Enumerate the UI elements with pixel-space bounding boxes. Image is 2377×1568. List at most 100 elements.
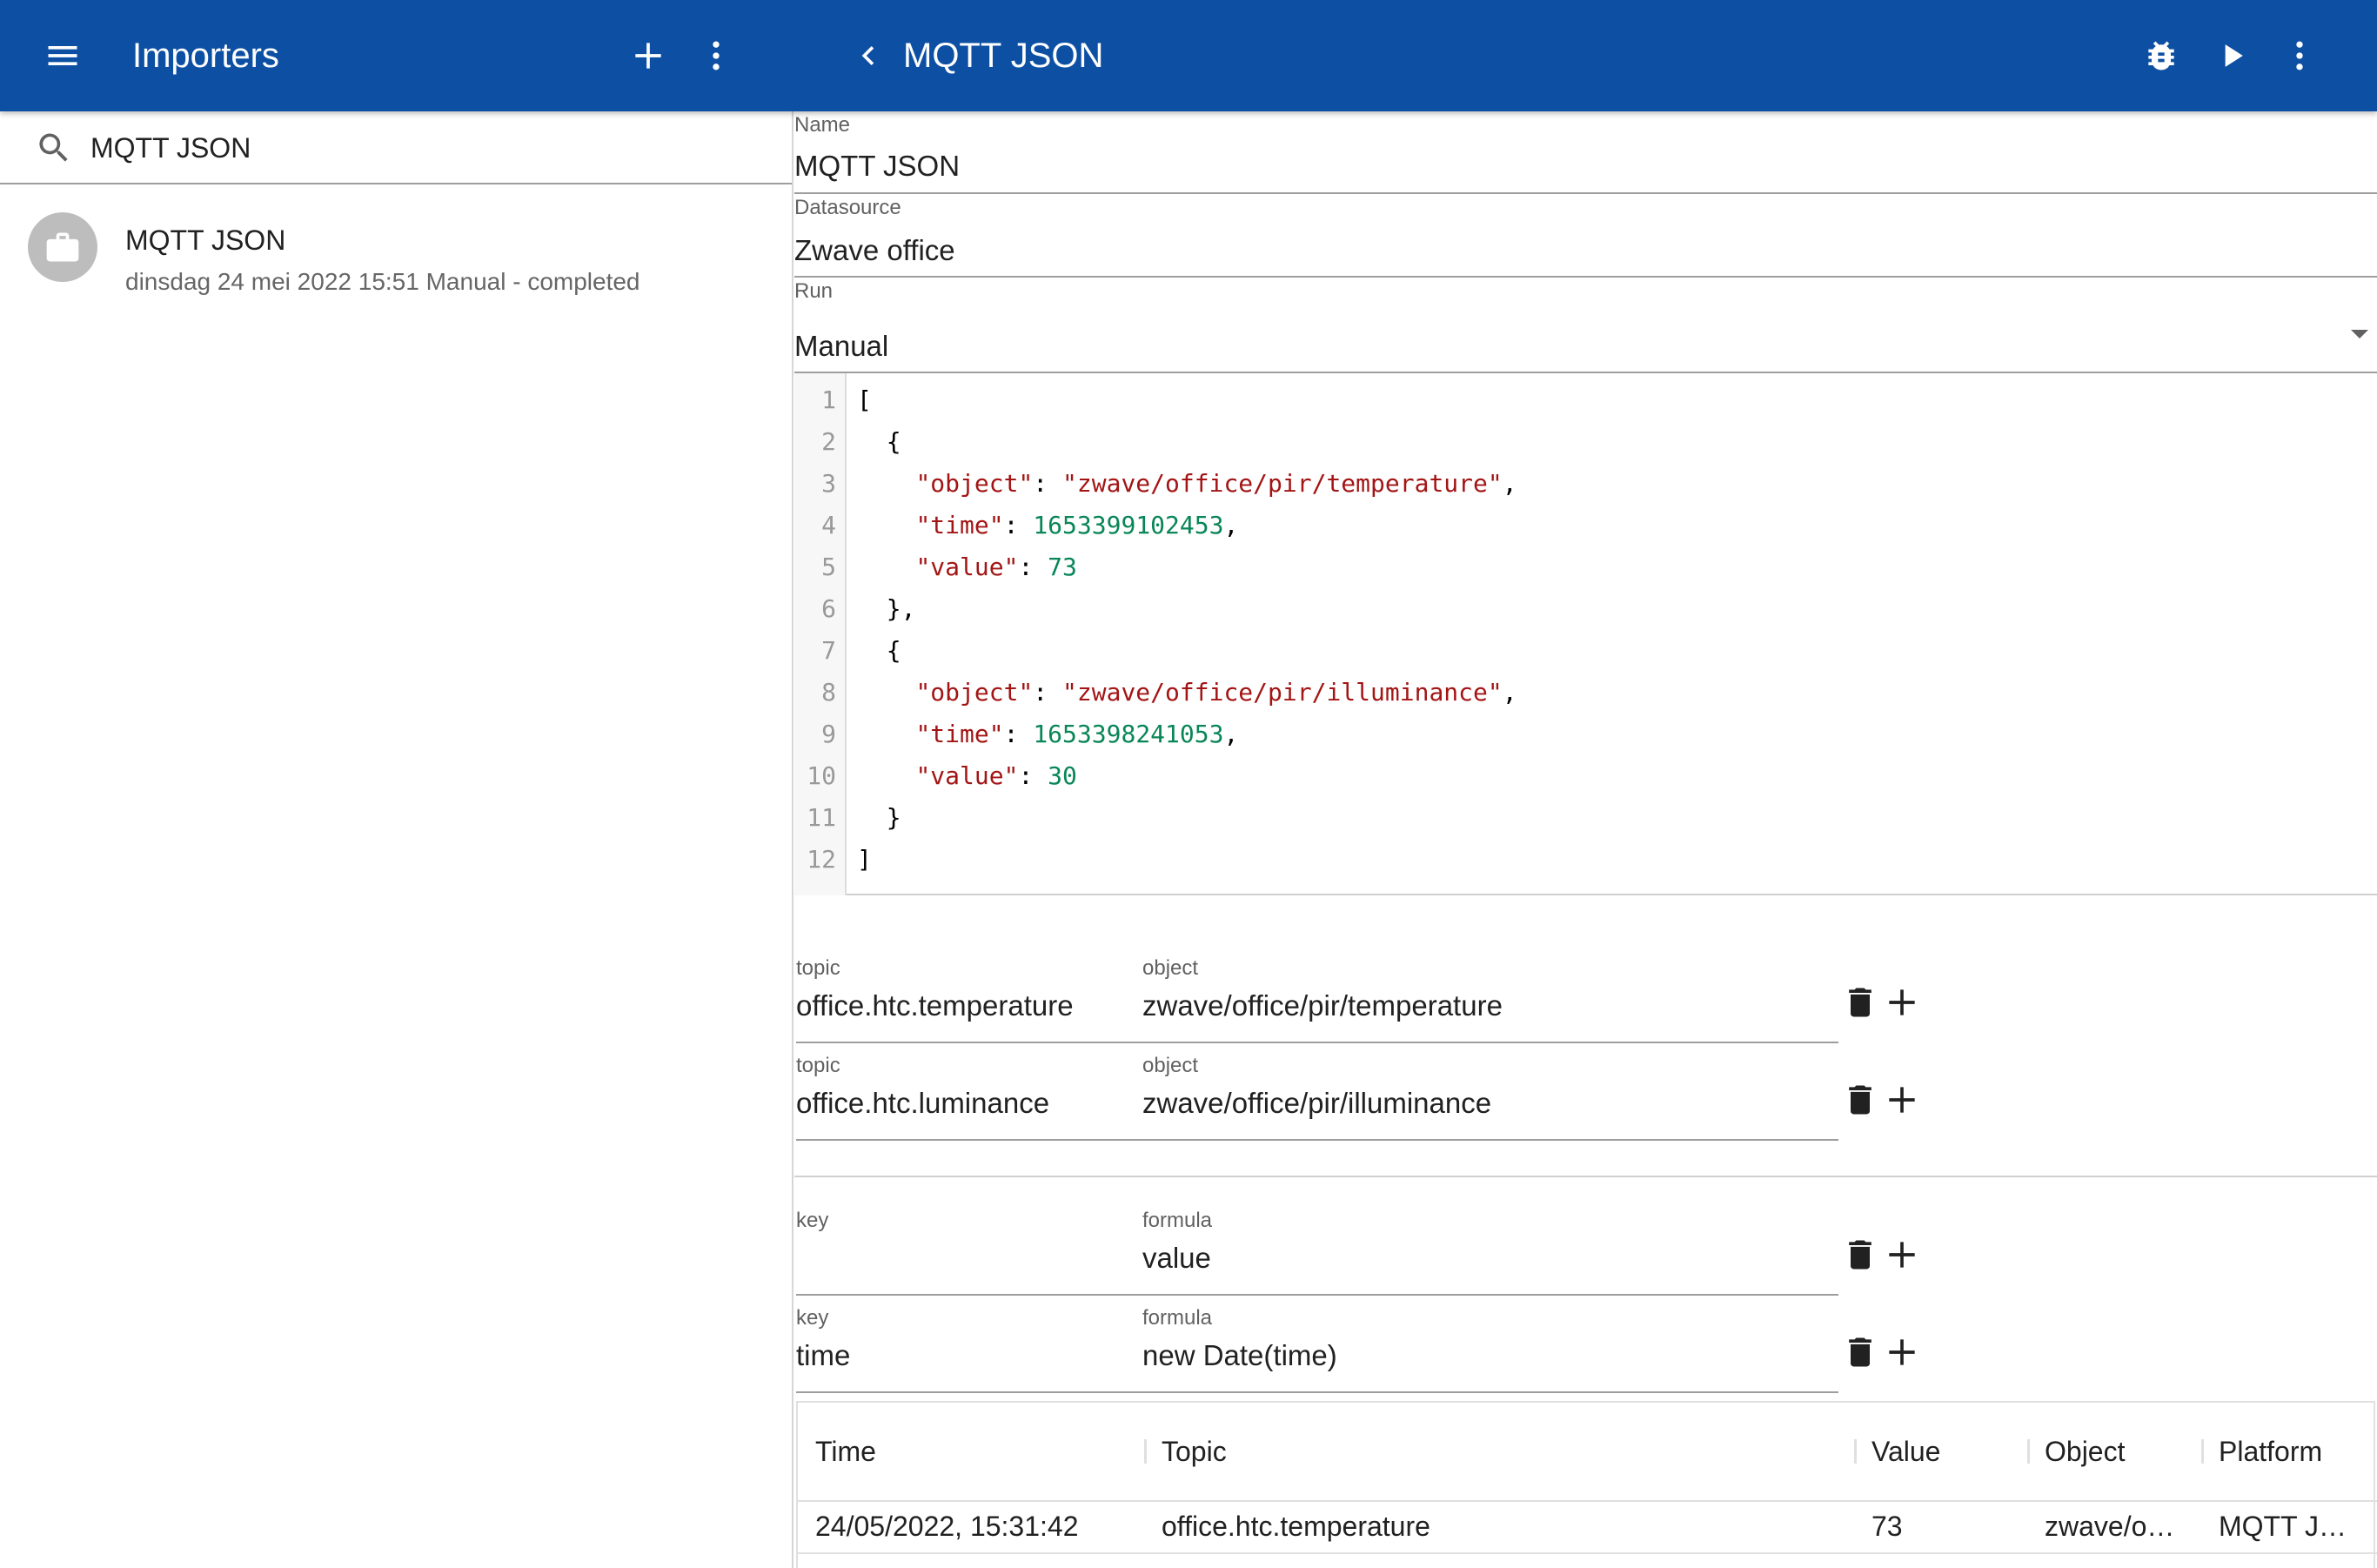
importers-list-pane: MQTT JSON dinsdag 24 mei 2022 15:51 Manu…: [0, 111, 793, 1568]
topic-value: office.htc.temperature: [796, 989, 1074, 1022]
cell-value: 73: [1871, 1511, 1903, 1542]
column-header-time[interactable]: Time: [815, 1403, 876, 1500]
line-number: 12: [807, 845, 836, 874]
code-line: "object": "zwave/office/pir/illuminance"…: [915, 678, 1517, 707]
formula-label: formula: [1142, 1209, 1213, 1232]
column-header-platform[interactable]: Platform: [2219, 1403, 2322, 1500]
line-number-gutter: 1 2 3 4 5 6 7 8 9 10 11 12: [794, 373, 847, 895]
code-line: "value": 30: [915, 761, 1077, 790]
topic-label: topic: [796, 956, 840, 980]
object-value: zwave/office/pir/temperature: [1142, 989, 1503, 1022]
object-label: object: [1142, 956, 1199, 980]
formula-row: key formula value: [794, 1203, 1838, 1296]
header-divider: [798, 1500, 2377, 1502]
search-icon: [35, 129, 73, 167]
mapping-row: topic office.htc.luminance object zwave/…: [794, 1049, 1838, 1141]
line-number: 8: [821, 678, 836, 707]
run-value: Manual: [794, 330, 889, 362]
importers-title: Importers: [132, 36, 279, 75]
column-resize-handle[interactable]: [1144, 1439, 1147, 1464]
formula-row: key time formula new Date(time): [794, 1301, 1838, 1393]
formula-field[interactable]: formula new Date(time): [1142, 1301, 1838, 1393]
app-bar: Importers MQTT JSON: [0, 0, 2377, 111]
name-field[interactable]: Name MQTT JSON: [794, 111, 2377, 194]
datasource-value: Zwave office: [794, 234, 955, 266]
run-select[interactable]: Run Manual: [794, 278, 2377, 373]
column-header-topic[interactable]: Topic: [1162, 1403, 1227, 1500]
line-number: 5: [821, 553, 836, 581]
column-resize-handle[interactable]: [2201, 1439, 2204, 1464]
key-value: time: [796, 1339, 851, 1371]
add-icon[interactable]: [1883, 1333, 1921, 1371]
formula-value: new Date(time): [1142, 1339, 1337, 1371]
delete-icon[interactable]: [1841, 983, 1879, 1022]
line-number: 3: [821, 469, 836, 498]
column-resize-handle[interactable]: [1854, 1439, 1857, 1464]
column-resize-handle[interactable]: [2027, 1439, 2030, 1464]
results-table: Time Topic Value Object Platform 24/05/2…: [796, 1401, 2377, 1568]
object-label: object: [1142, 1054, 1199, 1077]
object-field[interactable]: object zwave/office/pir/illuminance: [1142, 1049, 1838, 1141]
delete-icon[interactable]: [1841, 1236, 1879, 1274]
code-line: ]: [857, 845, 872, 874]
code-line: {: [857, 636, 901, 665]
topic-field[interactable]: topic office.htc.luminance: [796, 1049, 1144, 1141]
more-vert-icon[interactable]: [2280, 0, 2320, 111]
add-icon[interactable]: [1883, 983, 1921, 1022]
delete-icon[interactable]: [1841, 1333, 1879, 1371]
topic-value: office.htc.luminance: [796, 1087, 1050, 1119]
mapping-row: topic office.htc.temperature object zwav…: [794, 951, 1838, 1043]
cell-topic: office.htc.temperature: [1162, 1511, 1430, 1542]
code-line: {: [857, 427, 901, 456]
datasource-field[interactable]: Datasource Zwave office: [794, 194, 2377, 278]
column-header-value[interactable]: Value: [1871, 1403, 1940, 1500]
name-value: MQTT JSON: [794, 150, 961, 182]
row-divider: [798, 1552, 2377, 1554]
topic-label: topic: [796, 1054, 840, 1077]
json-code-editor[interactable]: 1 2 3 4 5 6 7 8 9 10 11 12 [ { "object": "zwave/off…: [794, 373, 2377, 895]
line-number: 1: [821, 385, 836, 414]
name-label: Name: [794, 113, 851, 137]
add-icon[interactable]: [1883, 1236, 1921, 1274]
line-number: 9: [821, 720, 836, 748]
chevron-left-icon[interactable]: [849, 0, 887, 111]
briefcase-icon: [46, 232, 79, 262]
line-number: 11: [807, 803, 836, 832]
formula-field[interactable]: formula value: [1142, 1203, 1838, 1296]
list-item-subtitle: dinsdag 24 mei 2022 15:51 Manual - compl…: [125, 268, 640, 295]
object-field[interactable]: object zwave/office/pir/temperature: [1142, 951, 1838, 1043]
delete-icon[interactable]: [1841, 1081, 1879, 1119]
add-icon[interactable]: [626, 0, 670, 111]
add-icon[interactable]: [1883, 1081, 1921, 1119]
search-input[interactable]: [90, 125, 769, 171]
dropdown-arrow-icon[interactable]: [2351, 330, 2368, 338]
cell-object: zwave/o…: [2045, 1511, 2175, 1542]
topic-field[interactable]: topic office.htc.temperature: [796, 951, 1144, 1043]
search-bar: [0, 111, 792, 184]
line-number: 4: [821, 511, 836, 539]
key-field[interactable]: key time: [796, 1301, 1144, 1393]
key-label: key: [796, 1209, 829, 1232]
code-line: [: [857, 385, 872, 414]
importer-detail-title: MQTT JSON: [903, 36, 1104, 75]
section-divider: [794, 1176, 2377, 1177]
cell-platform: MQTT J…: [2219, 1511, 2347, 1542]
formula-label: formula: [1142, 1306, 1213, 1330]
list-item-title: MQTT JSON: [125, 224, 286, 256]
column-header-object[interactable]: Object: [2045, 1403, 2125, 1500]
play-icon[interactable]: [2212, 0, 2252, 111]
key-label: key: [796, 1306, 829, 1330]
line-number: 7: [821, 636, 836, 665]
code-line: "time": 1653399102453,: [915, 511, 1239, 539]
menu-icon[interactable]: [40, 0, 85, 111]
list-item[interactable]: MQTT JSON dinsdag 24 mei 2022 15:51 Manu…: [0, 198, 792, 312]
code-line: "value": 73: [915, 553, 1077, 581]
avatar: [28, 212, 97, 282]
object-value: zwave/office/pir/illuminance: [1142, 1087, 1492, 1119]
key-field[interactable]: key: [796, 1203, 1144, 1296]
bug-icon[interactable]: [2140, 0, 2182, 111]
line-number: 6: [821, 594, 836, 623]
line-number: 10: [807, 761, 836, 790]
code-line: },: [857, 594, 916, 623]
more-vert-icon[interactable]: [696, 0, 736, 111]
